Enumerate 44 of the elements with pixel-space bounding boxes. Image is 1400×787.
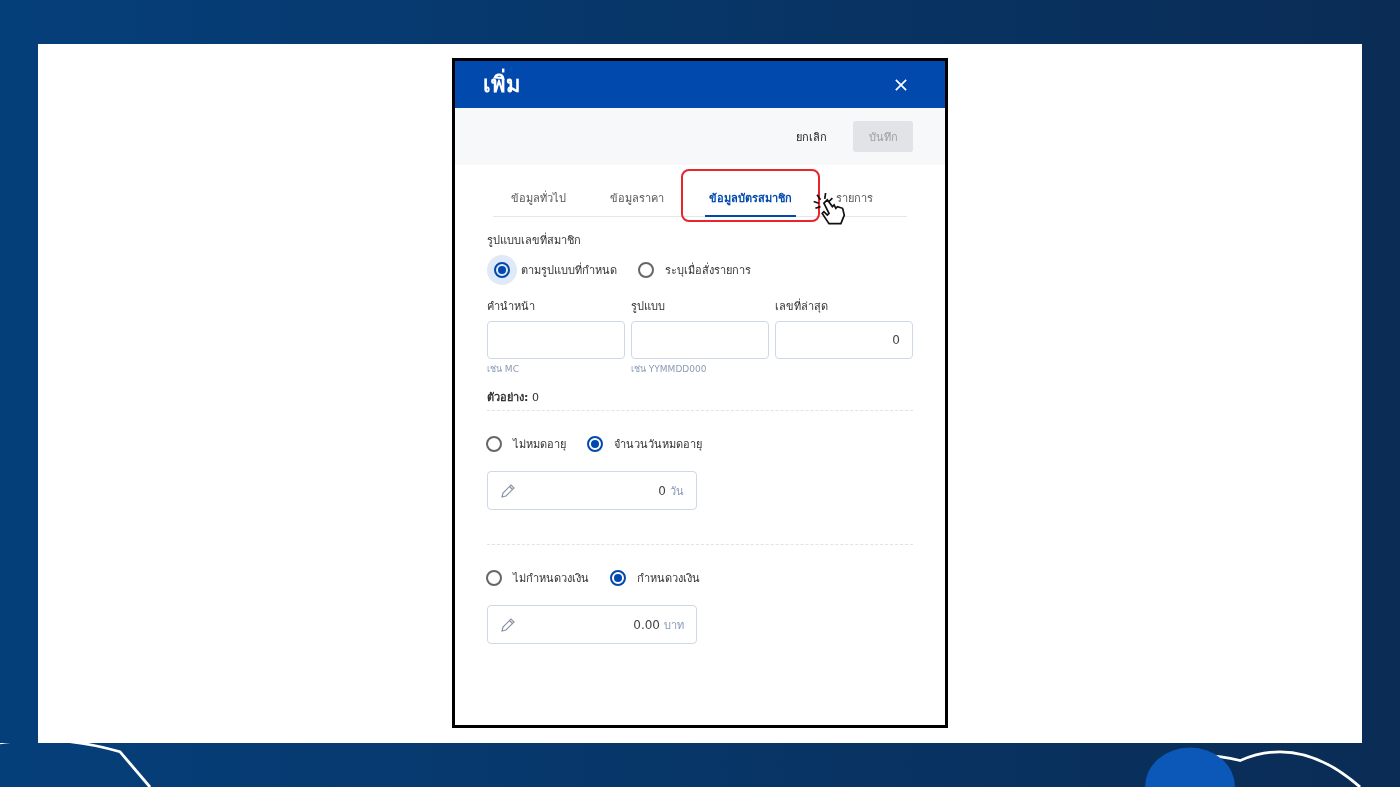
radio-option[interactable]: ตามรูปแบบที่กำหนด [487, 255, 617, 285]
dialog-title: เพิ่ม [483, 67, 521, 102]
radio-label: ระบุเมื่อสั่งรายการ [665, 261, 751, 279]
radio-button[interactable] [638, 262, 654, 278]
unit-label: บาท [664, 617, 684, 634]
input-field[interactable] [631, 321, 769, 359]
radio-button[interactable] [587, 436, 603, 452]
tab[interactable]: ข้อมูลบัตรสมาชิก [704, 185, 796, 217]
cancel-button[interactable]: ยกเลิก [790, 126, 833, 147]
field-value: 0.00 [633, 617, 660, 632]
field-hint: เช่น MC [487, 363, 520, 376]
field-label: เลขที่ล่าสุด [775, 297, 829, 315]
example-text: ตัวอย่าง: 0 [487, 390, 540, 406]
radio-option[interactable]: กำหนดวงเงิน [603, 563, 700, 593]
tab[interactable]: ข้อมูลทั่วไป [507, 185, 570, 217]
radio-option[interactable]: ไม่กำหนดวงเงิน [479, 563, 589, 593]
unit-label: วัน [670, 483, 684, 500]
input-field[interactable]: 0 [775, 321, 913, 359]
pencil-icon [500, 616, 516, 633]
pencil-icon [500, 482, 516, 499]
field-label: คำนำหน้า [487, 299, 536, 315]
field-value: 0 [658, 483, 666, 498]
input-field[interactable] [487, 321, 625, 359]
radio-button[interactable] [486, 436, 502, 452]
input-field[interactable]: 0 วัน [487, 471, 697, 510]
field-value: 0 [892, 333, 900, 347]
radio-option[interactable]: ระบุเมื่อสั่งรายการ [631, 255, 751, 285]
close-icon[interactable] [895, 78, 907, 91]
radio-button[interactable] [494, 262, 510, 278]
radio-option[interactable]: ไม่หมดอายุ [479, 429, 566, 459]
tab[interactable]: ข้อมูลราคา [606, 185, 669, 217]
radio-label: กำหนดวงเงิน [637, 571, 700, 587]
radio-label: จำนวนวันหมดอายุ [614, 437, 702, 453]
section-label: รูปแบบเลขที่สมาชิก [487, 231, 582, 249]
field-hint: เช่น YYMMDD000 [631, 363, 708, 376]
radio-label: ไม่กำหนดวงเงิน [513, 571, 589, 587]
radio-label: ตามรูปแบบที่กำหนด [521, 261, 617, 279]
radio-option[interactable]: จำนวนวันหมดอายุ [580, 429, 702, 459]
field-label: รูปแบบ [631, 299, 666, 315]
radio-label: ไม่หมดอายุ [513, 437, 566, 453]
tab[interactable]: รายการ [832, 185, 877, 217]
radio-button[interactable] [486, 570, 502, 586]
input-field[interactable]: 0.00 บาท [487, 605, 697, 644]
radio-button[interactable] [610, 570, 626, 586]
